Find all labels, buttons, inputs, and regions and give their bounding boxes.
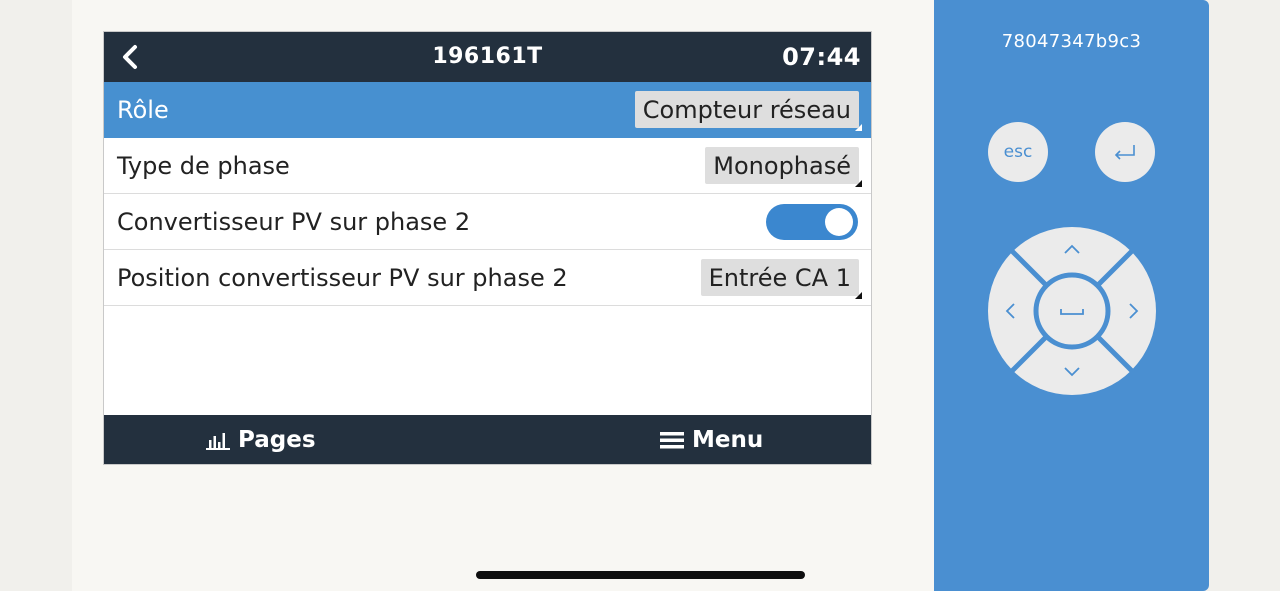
- menu-label: Menu: [692, 426, 764, 453]
- settings-list: Rôle Compteur réseau Type de phase Monop…: [104, 82, 871, 306]
- row-label: Rôle: [117, 95, 169, 124]
- top-bar: 196161T 07:44: [104, 32, 871, 82]
- return-icon: [1114, 145, 1135, 160]
- enter-button[interactable]: [1095, 122, 1155, 182]
- hamburger-icon: [660, 431, 684, 448]
- row-label: Position convertisseur PV sur phase 2: [117, 263, 568, 292]
- esc-label: esc: [1003, 142, 1033, 162]
- phase-type-value[interactable]: Monophasé: [705, 147, 862, 187]
- device-id: 78047347b9c3: [1001, 31, 1142, 52]
- pages-label: Pages: [238, 426, 316, 453]
- page-title: 196161T: [432, 44, 543, 69]
- home-indicator[interactable]: [476, 571, 805, 579]
- phase-type-row[interactable]: Type de phase Monophasé: [104, 138, 871, 194]
- bottom-bar: Pages Menu: [104, 415, 871, 464]
- page: 196161T 07:44 Rôle Compteur réseau Type …: [0, 0, 1280, 591]
- esc-button[interactable]: esc: [988, 122, 1048, 182]
- pv-inverter-toggle[interactable]: [766, 204, 858, 240]
- gx-screen: 196161T 07:44 Rôle Compteur réseau Type …: [103, 31, 872, 465]
- dpad[interactable]: [988, 227, 1156, 395]
- clock: 07:44: [782, 43, 861, 71]
- menu-button[interactable]: Menu: [660, 415, 763, 464]
- bar-chart-icon: [206, 432, 230, 450]
- pv-inverter-position-row[interactable]: Position convertisseur PV sur phase 2 En…: [104, 250, 871, 306]
- row-label: Type de phase: [117, 151, 290, 180]
- pages-button[interactable]: Pages: [206, 415, 316, 464]
- pv-inverter-phase2-row[interactable]: Convertisseur PV sur phase 2: [104, 194, 871, 250]
- pv-inverter-position-value[interactable]: Entrée CA 1: [700, 259, 863, 299]
- role-row[interactable]: Rôle Compteur réseau: [104, 82, 871, 138]
- row-label: Convertisseur PV sur phase 2: [117, 207, 471, 236]
- role-value[interactable]: Compteur réseau: [634, 91, 863, 131]
- remote-panel: 78047347b9c3 esc: [934, 0, 1209, 591]
- toggle-knob: [825, 208, 853, 236]
